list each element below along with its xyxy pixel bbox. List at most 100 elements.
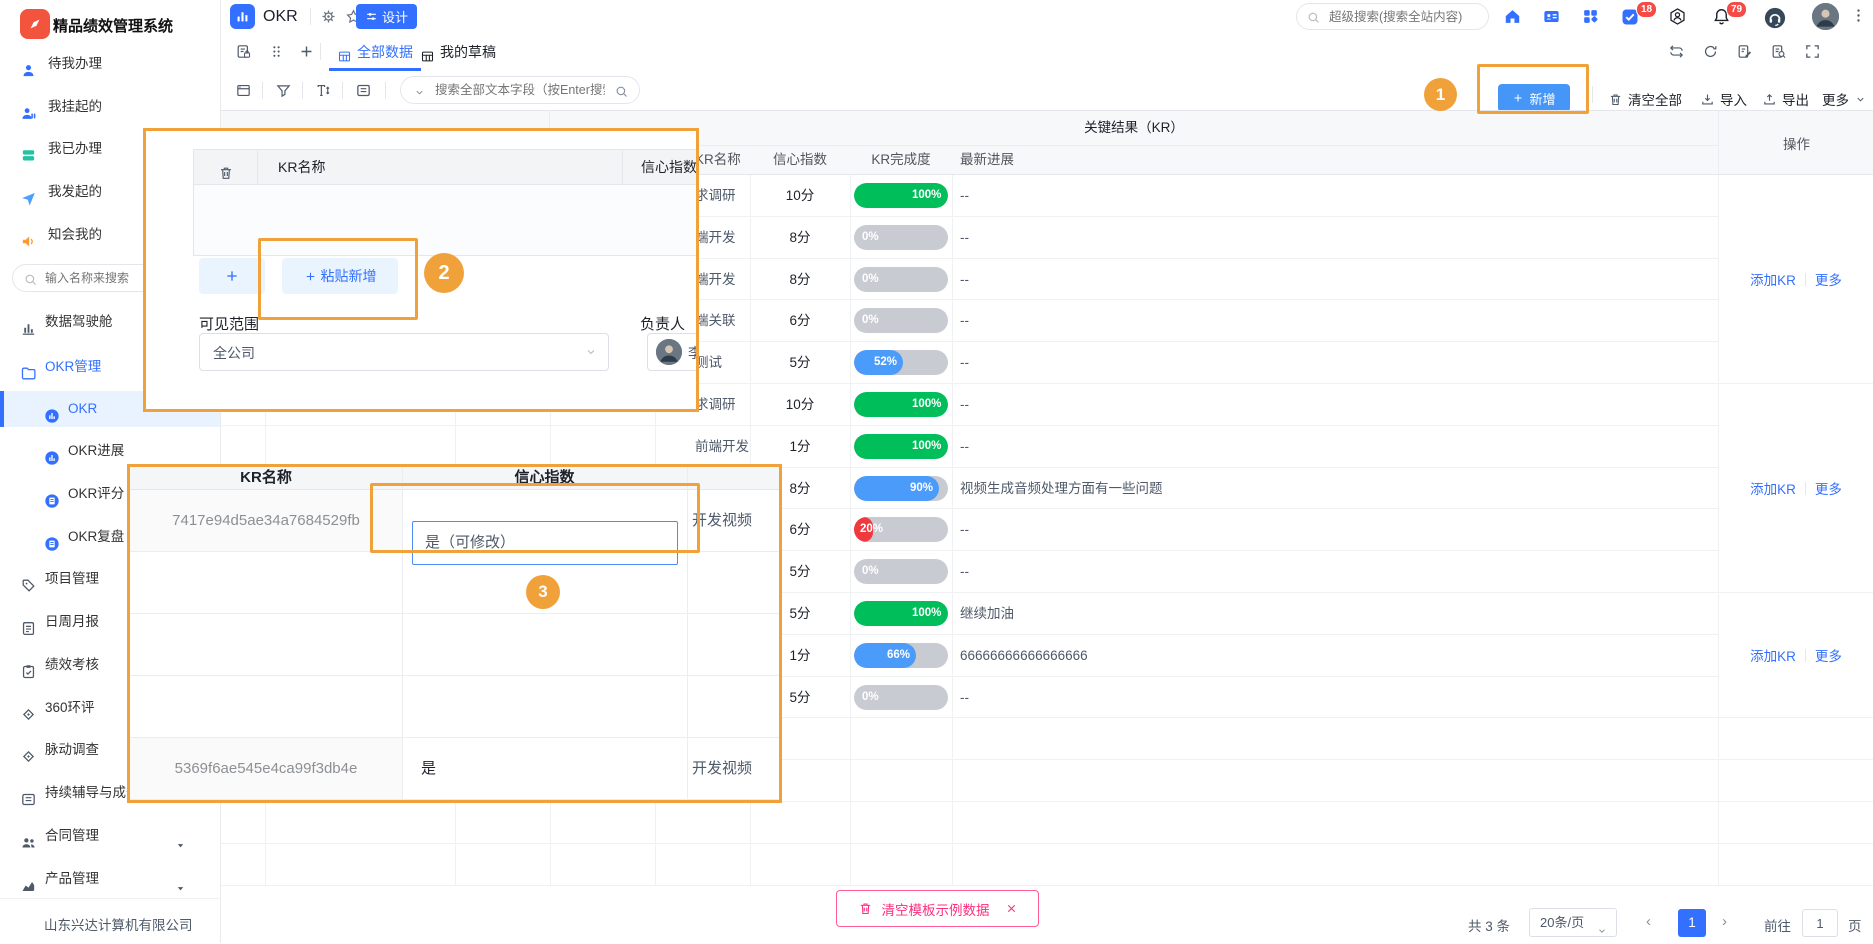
apps-grid-icon[interactable] bbox=[1581, 7, 1600, 26]
filter-icon[interactable] bbox=[275, 82, 292, 99]
card-person-icon[interactable] bbox=[235, 82, 252, 99]
cell-confidence: 6分 bbox=[750, 300, 850, 341]
caret-down-icon[interactable] bbox=[174, 830, 187, 860]
headset-icon[interactable] bbox=[1764, 7, 1786, 29]
add-kr-link[interactable]: 添加KR bbox=[1750, 478, 1796, 498]
progress-bar: 52% bbox=[854, 350, 948, 375]
action-empty-cell bbox=[1719, 844, 1873, 886]
page-size-select[interactable]: 20条/页 bbox=[1529, 908, 1617, 937]
close-icon[interactable] bbox=[1005, 902, 1018, 915]
contacts-icon[interactable] bbox=[1542, 7, 1561, 26]
drag-dots-icon[interactable] bbox=[268, 43, 285, 60]
paste-cell-extra bbox=[687, 552, 779, 613]
owner-select[interactable]: 李 bbox=[647, 333, 699, 371]
cell-latest-progress: -- bbox=[960, 175, 1710, 216]
current-page[interactable]: 1 bbox=[1678, 909, 1706, 937]
add-kr-link[interactable]: 添加KR bbox=[1750, 645, 1796, 665]
dialog-add-row-button[interactable] bbox=[199, 258, 265, 294]
fullscreen-icon[interactable] bbox=[1804, 43, 1821, 60]
cell-confidence: 1分 bbox=[750, 426, 850, 467]
table-search[interactable] bbox=[400, 76, 640, 104]
add-view-icon[interactable] bbox=[298, 43, 315, 60]
group-header-kr: 关键结果（KR） bbox=[550, 111, 1718, 146]
cell-latest-progress: -- bbox=[960, 384, 1710, 425]
design-button[interactable]: 设计 bbox=[356, 4, 417, 29]
import-button[interactable]: 导入 bbox=[1700, 89, 1747, 109]
total-count: 共 3 条 bbox=[1468, 915, 1510, 935]
divider bbox=[1805, 273, 1806, 286]
progress-label: 0% bbox=[862, 225, 879, 250]
owner-label: 负责人 bbox=[640, 313, 685, 334]
action-column: 添加KR更多添加KR更多添加KR更多 bbox=[1718, 175, 1873, 886]
sidebar-item-2[interactable]: 我挂起的 bbox=[0, 92, 220, 122]
user-avatar[interactable] bbox=[1812, 3, 1839, 30]
cell-latest-progress: -- bbox=[960, 426, 1710, 467]
more-link[interactable]: 更多 bbox=[1815, 269, 1842, 289]
tab-all-data[interactable]: 全部数据 bbox=[337, 33, 413, 71]
visible-range-select[interactable]: 全公司 bbox=[199, 333, 609, 371]
paste-row bbox=[130, 552, 779, 614]
add-button[interactable]: 新增 bbox=[1498, 84, 1570, 112]
cell-latest-progress: -- bbox=[960, 509, 1710, 550]
sidebar-item-合同管理[interactable]: 合同管理 bbox=[0, 821, 220, 851]
home-icon[interactable] bbox=[1503, 7, 1522, 26]
sidebar-item-label: 项目管理 bbox=[45, 564, 99, 594]
trash-icon[interactable] bbox=[218, 165, 234, 181]
paste-col-extra bbox=[687, 467, 779, 490]
cell-latest-progress: 视频生成音频处理方面有一些问题 bbox=[960, 468, 1710, 509]
paste-cell-confidence bbox=[402, 676, 687, 737]
clear-template-button[interactable]: 清空模板示例数据 bbox=[836, 890, 1039, 927]
column-divider bbox=[952, 175, 953, 886]
text-size-icon[interactable] bbox=[315, 82, 332, 99]
divider bbox=[1592, 86, 1593, 103]
search-icon bbox=[1306, 9, 1321, 25]
clear-template-label: 清空模板示例数据 bbox=[882, 899, 990, 919]
clear-all-button[interactable]: 清空全部 bbox=[1608, 89, 1682, 109]
add-kr-link[interactable]: 添加KR bbox=[1750, 269, 1796, 289]
divider bbox=[262, 82, 263, 99]
export-button[interactable]: 导出 bbox=[1762, 89, 1809, 109]
tab-my-draft[interactable]: 我的草稿 bbox=[420, 33, 496, 71]
cell-confidence: 5分 bbox=[750, 342, 850, 383]
sidebar-item-OKR进展[interactable]: OKR进展 bbox=[0, 436, 220, 466]
more-dots-icon[interactable] bbox=[1850, 7, 1867, 24]
global-search[interactable] bbox=[1296, 3, 1489, 30]
prev-page-button[interactable]: ‹ bbox=[1646, 913, 1651, 930]
toolbar: 新增 清空全部 导入 导出 更多 bbox=[220, 71, 1873, 110]
sidebar-item-label: 待我办理 bbox=[48, 49, 102, 79]
annotation-step-1: 1 bbox=[1424, 78, 1457, 111]
owner-avatar bbox=[656, 339, 682, 365]
cell-confidence: 8分 bbox=[750, 259, 850, 300]
row-height-icon[interactable] bbox=[355, 82, 372, 99]
sidebar-item-1[interactable]: 待我办理 bbox=[0, 49, 220, 79]
more-button[interactable]: 更多 bbox=[1822, 89, 1867, 109]
more-link[interactable]: 更多 bbox=[1815, 478, 1842, 498]
progress-bar: 90% bbox=[854, 476, 948, 501]
paste-cell-kr bbox=[130, 676, 402, 737]
more-link[interactable]: 更多 bbox=[1815, 645, 1842, 665]
doc-lock-icon[interactable] bbox=[235, 43, 252, 60]
approval-icon[interactable] bbox=[1668, 7, 1687, 26]
paste-cell-confidence: 是 bbox=[402, 738, 687, 799]
chevron-down-icon[interactable] bbox=[413, 84, 426, 99]
circle-doc-icon bbox=[44, 529, 60, 559]
sidebar-item-label: 360环评 bbox=[45, 693, 95, 723]
gear-icon[interactable] bbox=[320, 8, 337, 25]
progress-bar: 100% bbox=[854, 434, 948, 459]
table-row: 前端开发1分100%-- bbox=[220, 426, 1718, 468]
next-page-button[interactable]: › bbox=[1722, 913, 1727, 930]
table-search-input[interactable] bbox=[433, 82, 607, 98]
dashboard-icon bbox=[20, 313, 37, 343]
doc-search-icon[interactable] bbox=[1770, 43, 1787, 60]
global-search-input[interactable] bbox=[1327, 9, 1481, 25]
goto-page-input[interactable] bbox=[1802, 909, 1838, 937]
paste-add-button[interactable]: 粘贴新增 bbox=[282, 258, 398, 294]
cell-confidence: 8分 bbox=[750, 217, 850, 258]
speaker-icon bbox=[20, 226, 37, 256]
paste-cell-extra bbox=[687, 676, 779, 737]
refresh-icon[interactable] bbox=[1702, 43, 1719, 60]
swap-icon[interactable] bbox=[1668, 43, 1685, 60]
sidebar-item-产品管理[interactable]: 产品管理 bbox=[0, 864, 220, 894]
person-pause-icon bbox=[20, 98, 37, 128]
doc-edit-icon[interactable] bbox=[1736, 43, 1753, 60]
